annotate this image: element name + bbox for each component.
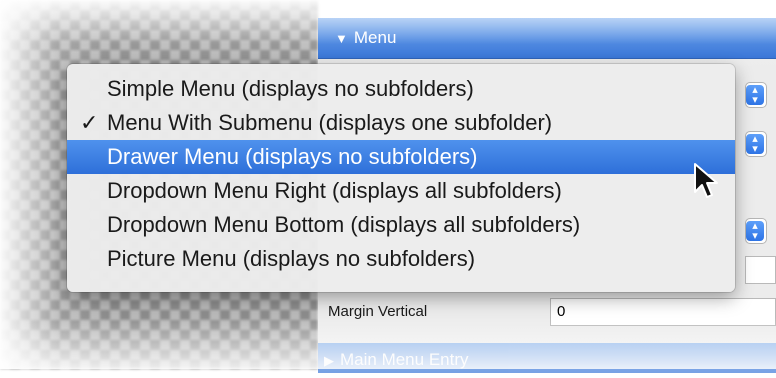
menu-item-label: Picture Menu (displays no subfolders) bbox=[107, 246, 476, 271]
text-field-partial[interactable] bbox=[745, 256, 776, 284]
up-down-chevron-icon: ▴ ▾ bbox=[746, 134, 764, 155]
margin-vertical-label: Margin Vertical bbox=[328, 303, 428, 320]
section-header-menu[interactable]: ▼ Menu bbox=[318, 18, 776, 59]
menu-item-dropdown-menu-bottom[interactable]: Dropdown Menu Bottom (displays all subfo… bbox=[67, 208, 735, 242]
popup-button-tertiary[interactable]: ▴ ▾ bbox=[745, 218, 767, 244]
section-title: Menu bbox=[353, 28, 397, 47]
menu-style-dropdown: Simple Menu (displays no subfolders) ✓ M… bbox=[67, 64, 735, 292]
checkmark-icon: ✓ bbox=[80, 110, 99, 135]
menu-item-label: Drawer Menu (displays no subfolders) bbox=[107, 144, 478, 169]
menu-item-label: Dropdown Menu Bottom (displays all subfo… bbox=[107, 212, 581, 237]
triangle-right-icon: ▶ bbox=[324, 353, 334, 368]
menu-item-simple-menu[interactable]: Simple Menu (displays no subfolders) bbox=[67, 72, 735, 106]
menu-item-drawer-menu[interactable]: Drawer Menu (displays no subfolders) bbox=[67, 140, 735, 174]
arrow-cursor-icon bbox=[694, 163, 718, 198]
menu-item-label: Dropdown Menu Right (displays all subfol… bbox=[107, 178, 562, 203]
triangle-down-icon: ▼ bbox=[335, 31, 348, 46]
up-down-chevron-icon: ▴ ▾ bbox=[746, 85, 764, 106]
section-collapsed-title: Main Menu Entry bbox=[340, 350, 469, 369]
menu-item-label: Menu With Submenu (displays one subfolde… bbox=[107, 110, 553, 135]
popup-button-secondary[interactable]: ▴ ▾ bbox=[745, 131, 767, 157]
menu-item-label: Simple Menu (displays no subfolders) bbox=[107, 76, 474, 101]
menu-item-picture-menu[interactable]: Picture Menu (displays no subfolders) bbox=[67, 242, 735, 276]
margin-vertical-field[interactable]: 0 bbox=[550, 298, 776, 326]
up-down-chevron-icon: ▴ ▾ bbox=[746, 221, 764, 242]
popup-button-menu-style[interactable]: ▴ ▾ bbox=[745, 82, 767, 108]
menu-item-menu-with-submenu[interactable]: ✓ Menu With Submenu (displays one subfol… bbox=[67, 106, 735, 140]
menu-item-dropdown-menu-right[interactable]: Dropdown Menu Right (displays all subfol… bbox=[67, 174, 735, 208]
